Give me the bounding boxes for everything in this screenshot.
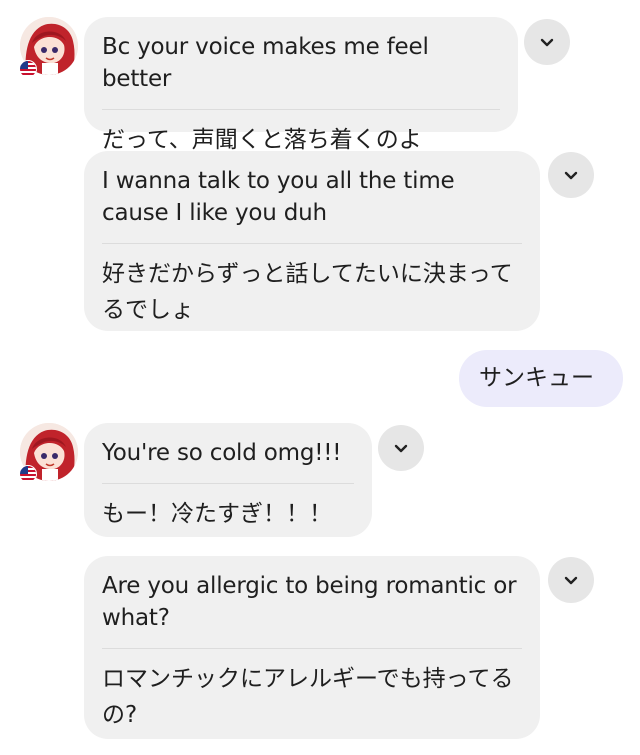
chevron-down-icon: [564, 171, 578, 180]
message-english-text: Bc your voice makes me feel better: [102, 34, 429, 92]
message-bubble[interactable]: Bc your voice makes me feel better だって、声…: [84, 17, 518, 153]
message-bubble[interactable]: You're so cold omg!!! もー！冷たすぎ！！！: [84, 423, 372, 537]
chevron-down-icon: [564, 576, 578, 585]
chevron-down-icon: [540, 38, 554, 47]
message-menu-button[interactable]: [524, 19, 570, 65]
message-japanese-text: もー！冷たすぎ！！！: [102, 501, 332, 527]
outgoing-message-bubble[interactable]: サンキュー: [459, 350, 623, 407]
message-english-text: Are you allergic to being romantic or wh…: [102, 573, 517, 631]
message-japanese-text: 好きだからずっと話してたいに決まってるでしょ: [102, 261, 513, 323]
message-bubble[interactable]: I wanna talk to you all the time cause I…: [84, 151, 540, 331]
message-bubble[interactable]: Are you allergic to being romantic or wh…: [84, 556, 540, 739]
message-japanese-text: ロマンチックにアレルギーでも持ってるの?: [102, 666, 514, 728]
message-menu-button[interactable]: [378, 425, 424, 471]
outgoing-message-text: サンキュー: [479, 365, 594, 391]
message-menu-button[interactable]: [548, 557, 594, 603]
chevron-down-icon: [394, 444, 408, 453]
message-english-text: You're so cold omg!!!: [102, 440, 342, 466]
us-flag-icon: [19, 465, 37, 483]
message-english-text: I wanna talk to you all the time cause I…: [102, 168, 455, 226]
message-menu-button[interactable]: [548, 152, 594, 198]
us-flag-icon: [19, 60, 37, 78]
